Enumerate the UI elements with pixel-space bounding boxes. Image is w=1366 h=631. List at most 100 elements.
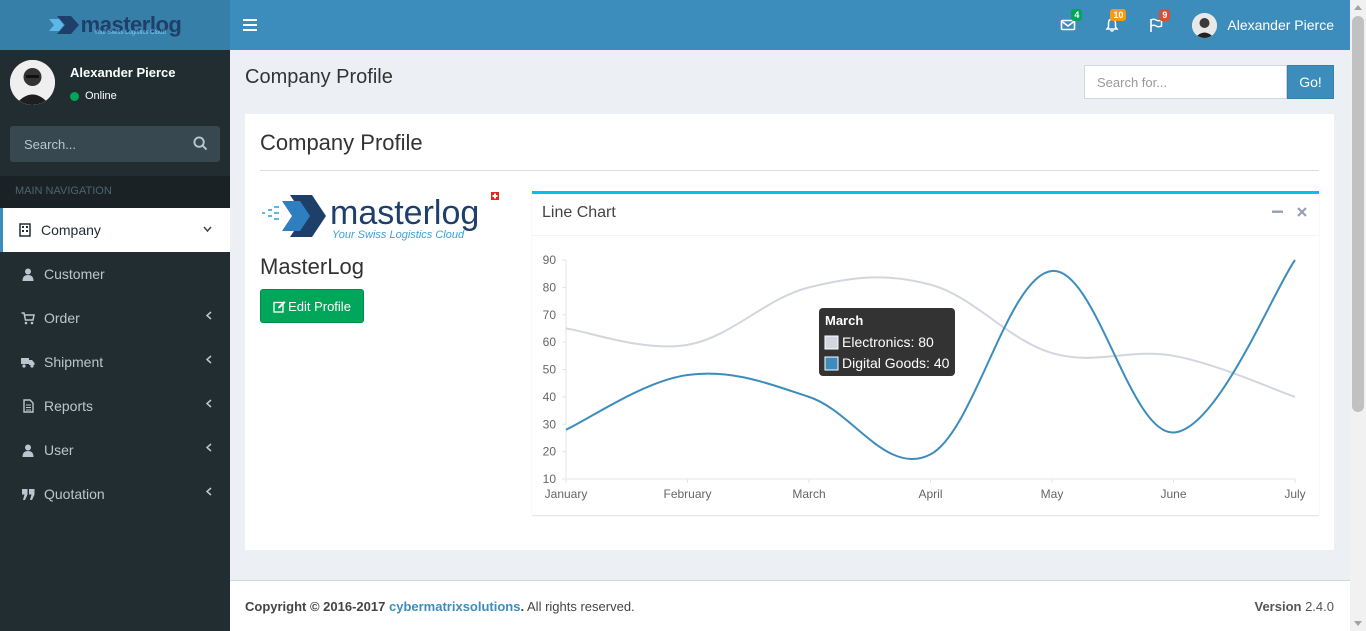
- page-scrollbar[interactable]: [1350, 0, 1366, 631]
- x-tick-label: July: [1284, 487, 1305, 501]
- logo-tagline: Your Swiss Logistics Cloud: [332, 229, 465, 241]
- logo-text: masterlog: [330, 194, 479, 232]
- scrollbar-thumb[interactable]: [1352, 16, 1364, 412]
- user-status: Online: [70, 90, 117, 102]
- quote-icon: [21, 487, 35, 501]
- tooltip-line: Digital Goods: 40: [842, 355, 950, 371]
- y-tick-label: 40: [543, 390, 557, 404]
- edit-icon: [273, 300, 286, 313]
- tooltip-title: March: [825, 313, 863, 328]
- cart-icon: [21, 311, 35, 325]
- y-tick-label: 10: [543, 472, 557, 486]
- user-panel: Alexander Pierce Online: [0, 50, 230, 125]
- tooltip-swatch: [824, 335, 839, 350]
- sidebar-item-label: Company: [41, 222, 101, 238]
- messages-button[interactable]: 4: [1046, 0, 1090, 50]
- y-tick-label: 50: [543, 363, 557, 377]
- x-tick-label: April: [918, 487, 942, 501]
- y-tick-label: 70: [543, 308, 557, 322]
- minimize-icon[interactable]: [1272, 206, 1283, 220]
- search-input[interactable]: [1084, 65, 1287, 99]
- y-tick-label: 80: [543, 280, 557, 294]
- chart-box-title: Line Chart: [542, 204, 616, 221]
- version: Version 2.4.0: [1254, 599, 1334, 614]
- copyright-text: Copyright © 2016-2017: [245, 599, 386, 614]
- logo-arrow-icon: [48, 16, 79, 34]
- sidebar-item-label: Quotation: [44, 486, 105, 502]
- chevron-left-icon: [205, 487, 212, 499]
- sidebar-item-quotation[interactable]: Quotation: [0, 472, 230, 516]
- page-title: Company Profile: [245, 66, 393, 88]
- truck-icon: [21, 355, 35, 369]
- sidebar-item-reports[interactable]: Reports: [0, 384, 230, 428]
- chevron-left-icon: [205, 443, 212, 455]
- tooltip-swatch: [824, 356, 839, 371]
- online-dot-icon: [70, 91, 79, 101]
- header-logo[interactable]: masterlog Your Swiss Logistics Cloud: [0, 0, 230, 50]
- tasks-button[interactable]: 9: [1134, 0, 1178, 50]
- user-icon: [21, 443, 35, 457]
- sidebar-item-label: Reports: [44, 398, 94, 414]
- footer: Copyright © 2016-2017 cybermatrixsolutio…: [230, 580, 1350, 631]
- sidebar-item-label: Order: [44, 310, 80, 326]
- tooltip-line: Electronics: 80: [842, 334, 934, 350]
- company-name: MasterLog: [260, 254, 364, 279]
- sidebar-avatar: [10, 60, 55, 105]
- logo-tagline: Your Swiss Logistics Cloud: [94, 30, 166, 36]
- rights-text: All rights reserved.: [527, 599, 635, 614]
- sidebar-search: [10, 126, 220, 162]
- user-menu[interactable]: Alexander Pierce: [1178, 0, 1350, 50]
- sidebar-item-order[interactable]: Order: [0, 296, 230, 340]
- copyright: Copyright © 2016-2017 cybermatrixsolutio…: [245, 599, 635, 614]
- version-label: Version: [1254, 599, 1302, 614]
- chevron-down-icon: [203, 223, 212, 235]
- sidebar-item-customer[interactable]: Customer: [0, 252, 230, 296]
- building-icon: [18, 223, 32, 237]
- user-icon: [21, 267, 35, 281]
- box-title: Company Profile: [260, 130, 423, 155]
- chevron-left-icon: [205, 311, 212, 323]
- company-link[interactable]: cybermatrixsolutions: [389, 599, 521, 614]
- messages-badge: 4: [1071, 9, 1083, 21]
- y-tick-label: 90: [543, 253, 557, 267]
- sidebar-toggle-icon[interactable]: [243, 16, 259, 34]
- edit-profile-button[interactable]: Edit Profile: [260, 289, 364, 323]
- box-tools: [1272, 206, 1307, 220]
- status-text: Online: [85, 90, 117, 102]
- document-icon: [21, 399, 35, 413]
- chevron-left-icon: [205, 355, 212, 367]
- x-tick-label: January: [545, 487, 588, 501]
- x-tick-label: May: [1041, 487, 1064, 501]
- x-tick-label: June: [1160, 487, 1186, 501]
- top-navbar: masterlog Your Swiss Logistics Cloud 4 1…: [0, 0, 1350, 50]
- sidebar-item-label: User: [44, 442, 74, 458]
- tasks-badge: 9: [1159, 9, 1171, 21]
- scroll-down-icon[interactable]: [1354, 621, 1362, 626]
- sidebar-item-label: Shipment: [44, 354, 104, 370]
- notifications-button[interactable]: 10: [1090, 0, 1134, 50]
- scroll-up-icon[interactable]: [1354, 5, 1362, 10]
- edit-profile-label: Edit Profile: [288, 298, 351, 314]
- sidebar-item-user[interactable]: User: [0, 428, 230, 472]
- sidebar-search-input[interactable]: [10, 136, 180, 152]
- sidebar-item-shipment[interactable]: Shipment: [0, 340, 230, 384]
- avatar: [1192, 12, 1218, 38]
- content-search: Go!: [1084, 65, 1334, 99]
- notifications-badge: 10: [1110, 9, 1127, 21]
- header-user-name: Alexander Pierce: [1227, 17, 1334, 33]
- y-tick-label: 30: [543, 417, 557, 431]
- line-chart-box: Line Chart 10 20 30 40 50 60 70 80 90 January Febr…: [532, 191, 1319, 515]
- chevron-left-icon: [205, 399, 212, 411]
- y-tick-label: 20: [543, 445, 557, 459]
- close-icon[interactable]: [1297, 206, 1307, 220]
- x-tick-label: February: [663, 487, 711, 501]
- sidebar-item-label: Customer: [44, 266, 105, 282]
- sidebar: Alexander Pierce Online MAIN NAVIGATION …: [0, 50, 230, 631]
- sidebar-menu: Company Customer Order Shipment Reports …: [0, 208, 230, 516]
- search-go-button[interactable]: Go!: [1287, 65, 1334, 99]
- nav-header: MAIN NAVIGATION: [0, 176, 230, 208]
- sidebar-item-company[interactable]: Company: [0, 208, 230, 252]
- divider: [260, 170, 1319, 171]
- line-chart: 10 20 30 40 50 60 70 80 90 January February March Ap…: [543, 253, 1306, 501]
- search-icon[interactable]: [193, 136, 208, 151]
